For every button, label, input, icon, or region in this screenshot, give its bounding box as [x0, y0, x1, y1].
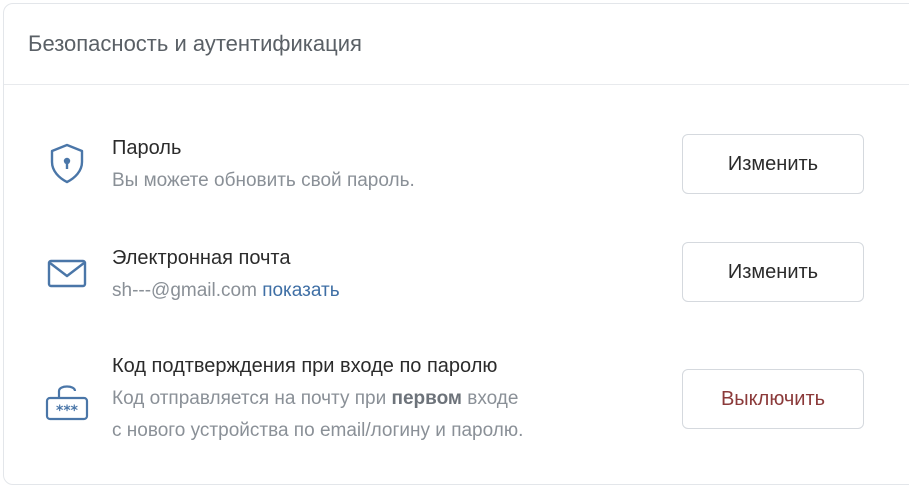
shield-lock-icon	[44, 140, 90, 186]
desc-part-2: входе	[462, 388, 519, 409]
change-email-button[interactable]: Изменить	[682, 242, 864, 302]
desc-part-1: Код отправляется на почту при	[112, 388, 392, 409]
email-title: Электронная почта	[112, 247, 291, 269]
change-password-button[interactable]: Изменить	[682, 134, 864, 194]
show-email-link[interactable]: показать	[262, 280, 339, 301]
email-value-line: sh---@gmail.com показать	[112, 275, 340, 307]
panel-header: Безопасность и аутентификация	[4, 4, 909, 85]
password-title: Пароль	[112, 137, 182, 159]
panel-title: Безопасность и аутентификация	[28, 31, 362, 56]
padlock-password-icon: ***	[44, 378, 90, 424]
password-description: Вы можете обновить свой пароль.	[112, 170, 415, 191]
desc-bold: первом	[391, 388, 463, 409]
desc-line-2: с нового устройства по email/логину и па…	[112, 420, 524, 441]
masked-email: sh---@gmail.com	[112, 280, 257, 301]
envelope-icon	[44, 250, 90, 296]
disable-login-code-button[interactable]: Выключить	[682, 369, 864, 429]
svg-text:***: ***	[56, 403, 79, 419]
login-code-title: Код подтверждения при входе по паролю	[112, 355, 498, 377]
login-code-description: Код отправляется на почту при первом вхо…	[112, 383, 523, 447]
